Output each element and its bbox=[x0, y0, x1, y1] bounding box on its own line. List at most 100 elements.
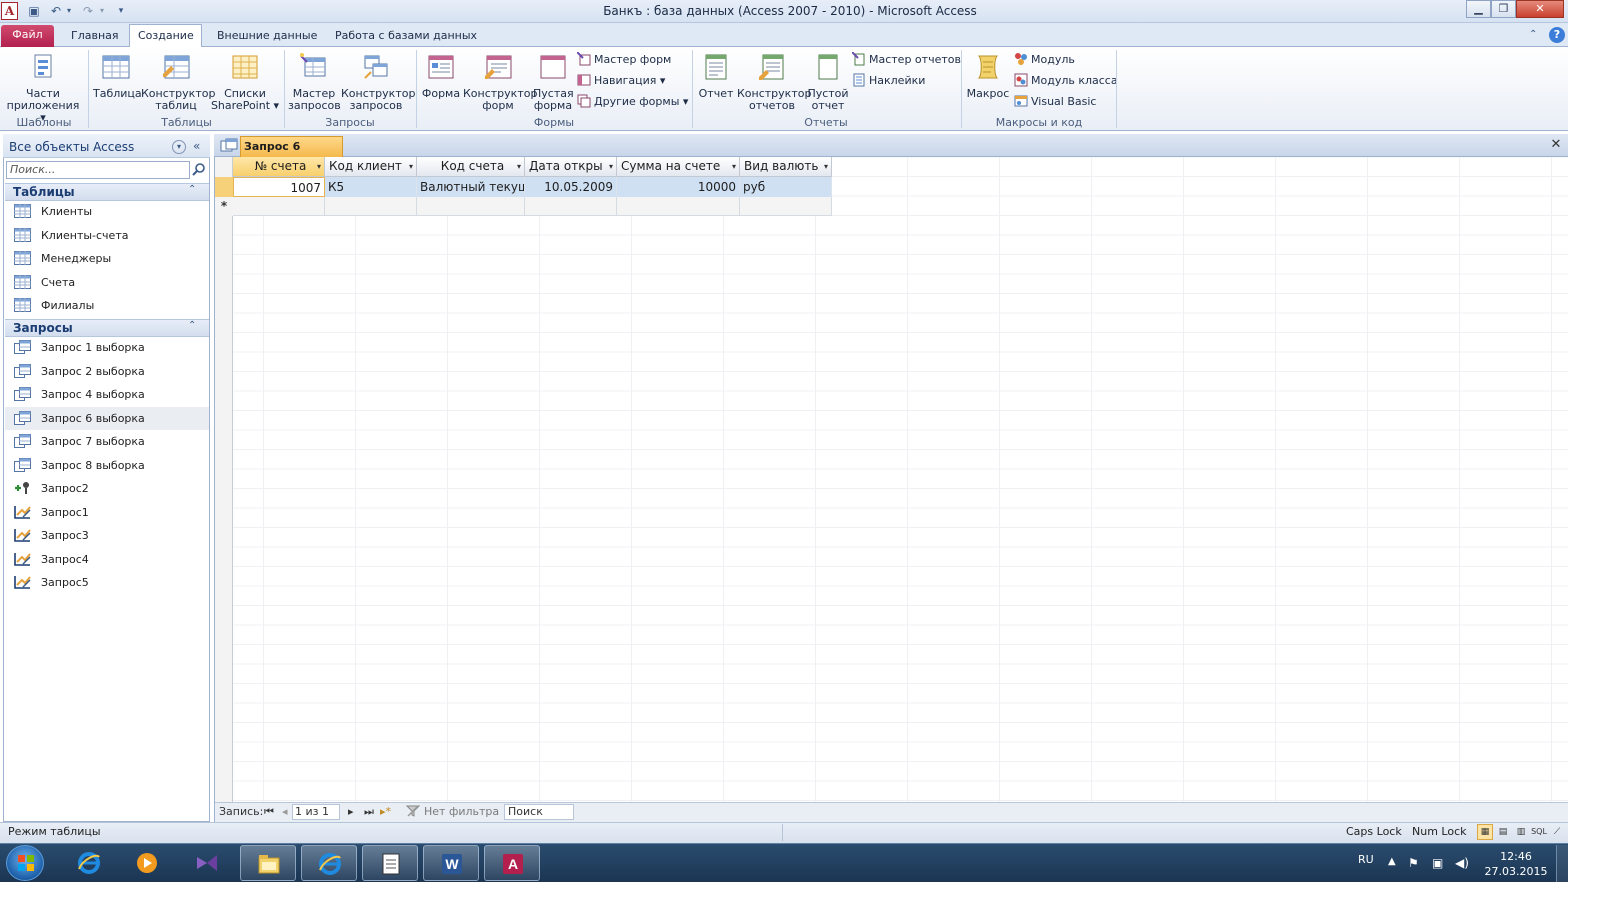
new-record-cell[interactable] bbox=[417, 197, 525, 216]
query-design-button[interactable]: Конструктор запросов bbox=[341, 52, 415, 112]
table-design-button[interactable]: Конструктор таблиц bbox=[141, 52, 215, 112]
current-record-field[interactable]: 1 из 1 bbox=[292, 804, 340, 820]
undo-icon[interactable]: ↶ bbox=[48, 3, 64, 19]
collapse-category-icon[interactable]: ⌃ bbox=[188, 320, 196, 331]
nav-query-item[interactable]: Запрос5 bbox=[5, 571, 209, 594]
nav-table-item[interactable]: Менеджеры bbox=[5, 247, 209, 270]
restore-button[interactable]: ❐ bbox=[1491, 0, 1516, 18]
nav-category-tables[interactable]: Таблицы bbox=[5, 183, 209, 201]
column-header[interactable]: Вид валють ▾ bbox=[740, 157, 832, 177]
prev-record-button[interactable]: ◂ bbox=[282, 805, 288, 819]
tab-database-tools[interactable]: Работа с базами данных bbox=[327, 27, 485, 47]
taskbar-app-button[interactable]: A bbox=[484, 845, 540, 881]
next-record-button[interactable]: ▸ bbox=[348, 805, 354, 819]
nav-table-item[interactable]: Клиенты bbox=[5, 200, 209, 223]
blank-form-button[interactable]: Пустая форма bbox=[533, 52, 574, 112]
start-button[interactable] bbox=[6, 845, 44, 881]
column-header[interactable]: № счета ▾ bbox=[233, 157, 325, 177]
collapse-category-icon[interactable]: ⌃ bbox=[188, 184, 196, 195]
column-sort-dropdown-icon[interactable]: ▾ bbox=[409, 157, 413, 176]
show-desktop-button[interactable] bbox=[1556, 845, 1568, 882]
network-icon[interactable]: ▣ bbox=[1432, 856, 1443, 870]
new-record-cell[interactable] bbox=[740, 197, 832, 216]
taskbar-app-button[interactable] bbox=[179, 845, 235, 881]
sql-view-button[interactable]: SQL bbox=[1529, 824, 1549, 840]
no-filter-icon[interactable] bbox=[405, 804, 421, 818]
close-document-icon[interactable]: ✕ bbox=[1549, 137, 1563, 153]
customize-qat-icon[interactable]: ▾ bbox=[113, 3, 129, 19]
app-parts-button[interactable]: Части приложения ▾ bbox=[4, 52, 82, 124]
nav-table-item[interactable]: Клиенты-счета bbox=[5, 224, 209, 247]
redo-icon[interactable]: ↷ bbox=[80, 3, 96, 19]
labels-button[interactable]: Наклейки bbox=[852, 73, 925, 91]
tab-create[interactable]: Создание bbox=[129, 24, 202, 48]
table-cell[interactable]: 10000 bbox=[617, 177, 740, 197]
nav-title[interactable]: Все объекты Access bbox=[9, 140, 134, 154]
new-record-cell[interactable] bbox=[325, 197, 417, 216]
column-sort-dropdown-icon[interactable]: ▾ bbox=[317, 157, 321, 176]
column-sort-dropdown-icon[interactable]: ▾ bbox=[732, 157, 736, 176]
class-module-button[interactable]: Модуль класса bbox=[1014, 73, 1118, 91]
column-sort-dropdown-icon[interactable]: ▾ bbox=[609, 157, 613, 176]
filter-status[interactable]: Нет фильтра bbox=[424, 805, 499, 819]
new-record-cell[interactable] bbox=[233, 197, 325, 216]
query-wizard-button[interactable]: Мастер запросов bbox=[288, 52, 341, 112]
new-record-selector[interactable]: * bbox=[215, 197, 233, 216]
volume-icon[interactable]: ◀) bbox=[1455, 856, 1469, 870]
new-record-cell[interactable] bbox=[617, 197, 740, 216]
taskbar-app-button[interactable]: W bbox=[423, 845, 479, 881]
nav-query-item[interactable]: Запрос1 bbox=[5, 501, 209, 524]
table-button[interactable]: Таблица bbox=[93, 52, 142, 100]
navigation-button[interactable]: Навигация ▾ bbox=[577, 73, 665, 91]
access-logo-icon[interactable]: A bbox=[1, 2, 18, 20]
language-indicator[interactable]: RU bbox=[1358, 853, 1374, 866]
redo-dropdown-icon[interactable]: ▾ bbox=[97, 3, 107, 19]
nav-query-item[interactable]: Запрос 6 выборка bbox=[5, 406, 209, 430]
visual-basic-button[interactable]: Visual Basic bbox=[1014, 94, 1096, 112]
datasheet-view-icon[interactable]: ▦ bbox=[1477, 824, 1493, 840]
nav-table-item[interactable]: Филиалы bbox=[5, 294, 209, 317]
tab-external-data[interactable]: Внешние данные bbox=[209, 27, 325, 47]
taskbar-app-button[interactable] bbox=[240, 845, 296, 881]
column-header[interactable]: Сумма на счете ▾ bbox=[617, 157, 740, 177]
blank-report-button[interactable]: Пустой отчет bbox=[807, 52, 849, 112]
more-forms-button[interactable]: Другие формы ▾ bbox=[577, 94, 688, 112]
report-wizard-button[interactable]: Мастер отчетов bbox=[852, 52, 961, 70]
design-view-icon[interactable]: ⟋ bbox=[1549, 824, 1565, 840]
nav-query-item[interactable]: Запрос 4 выборка bbox=[5, 383, 209, 406]
clock[interactable]: 12:46 27.03.2015 bbox=[1482, 849, 1550, 879]
report-button[interactable]: Отчет bbox=[696, 52, 736, 100]
nav-category-queries[interactable]: Запросы bbox=[5, 319, 209, 337]
pivot-table-view-icon[interactable]: ▤ bbox=[1495, 824, 1511, 840]
show-hidden-icons-icon[interactable]: ▲ bbox=[1388, 856, 1396, 867]
table-cell[interactable]: Валютный текущ bbox=[417, 177, 525, 197]
undo-dropdown-icon[interactable]: ▾ bbox=[64, 3, 74, 19]
tab-query-6[interactable]: Запрос 6 выборка bbox=[240, 136, 343, 172]
form-design-button[interactable]: Конструктор форм bbox=[463, 52, 537, 112]
help-icon[interactable]: ? bbox=[1549, 27, 1565, 43]
taskbar-app-button[interactable] bbox=[301, 845, 357, 881]
pivot-chart-view-icon[interactable]: ▥ bbox=[1513, 824, 1529, 840]
last-record-button[interactable]: ⏭ bbox=[364, 805, 374, 819]
tab-file[interactable]: Файл bbox=[1, 25, 54, 47]
nav-query-item[interactable]: Запрос 2 выборка bbox=[5, 360, 209, 383]
form-wizard-button[interactable]: Мастер форм bbox=[577, 52, 671, 70]
new-record-button[interactable]: ▸* bbox=[380, 805, 391, 819]
save-icon[interactable]: ▣ bbox=[26, 3, 42, 19]
column-header[interactable]: Код счета ▾ bbox=[417, 157, 525, 177]
action-center-flag-icon[interactable]: ⚑ bbox=[1408, 856, 1419, 870]
minimize-ribbon-icon[interactable]: ⌃ bbox=[1529, 29, 1537, 40]
nav-search-icon[interactable] bbox=[191, 161, 207, 179]
row-selector[interactable] bbox=[215, 177, 233, 197]
nav-menu-dropdown-icon[interactable]: ▾ bbox=[172, 140, 186, 154]
module-button[interactable]: Модуль bbox=[1014, 52, 1075, 70]
nav-query-item[interactable]: Запрос4 bbox=[5, 548, 209, 571]
new-record-cell[interactable] bbox=[525, 197, 617, 216]
nav-query-item[interactable]: Запрос 1 выборка bbox=[5, 336, 209, 359]
macro-button[interactable]: Макрос bbox=[965, 52, 1011, 100]
nav-query-item[interactable]: Запрос 7 выборка bbox=[5, 430, 209, 453]
nav-search-input[interactable]: Поиск... bbox=[6, 161, 190, 179]
taskbar-app-button[interactable] bbox=[362, 845, 418, 881]
taskbar-app-button[interactable] bbox=[61, 845, 117, 881]
form-button[interactable]: Форма bbox=[420, 52, 462, 100]
